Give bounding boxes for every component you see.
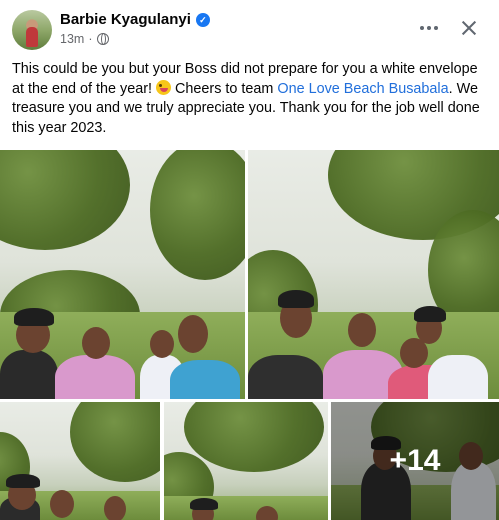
verified-badge-icon: ✓ bbox=[195, 12, 210, 27]
photo-2[interactable] bbox=[248, 150, 499, 399]
more-options-button[interactable] bbox=[415, 14, 443, 42]
post-header: Barbie Kyagulanyi ✓ 13m · bbox=[12, 10, 489, 52]
more-photos-overlay[interactable]: +14 bbox=[331, 402, 499, 520]
post-meta: 13m · bbox=[60, 32, 109, 46]
dot-icon bbox=[427, 26, 431, 30]
more-photos-count: +14 bbox=[389, 444, 441, 477]
author-name[interactable]: Barbie Kyagulanyi bbox=[60, 11, 191, 28]
photo-1[interactable] bbox=[0, 150, 245, 399]
post-text: This could be you but your Boss did not … bbox=[12, 60, 482, 138]
page-link[interactable]: One Love Beach Busabala bbox=[277, 81, 448, 97]
facebook-post: Barbie Kyagulanyi ✓ 13m · This could be … bbox=[0, 0, 499, 520]
dot-icon bbox=[434, 26, 438, 30]
photo-5[interactable]: +14 bbox=[331, 402, 499, 520]
photo-4[interactable] bbox=[164, 402, 328, 520]
winking-face-with-tongue-emoji-icon bbox=[156, 79, 172, 95]
photo-3[interactable] bbox=[0, 402, 160, 520]
meta-separator: · bbox=[88, 32, 93, 46]
dot-icon bbox=[420, 26, 424, 30]
avatar[interactable] bbox=[12, 10, 52, 50]
avatar-figure bbox=[26, 27, 38, 47]
author-row: Barbie Kyagulanyi ✓ bbox=[60, 11, 210, 28]
close-icon[interactable] bbox=[453, 12, 485, 44]
post-text-part-2: Cheers to team bbox=[175, 80, 274, 97]
globe-icon bbox=[96, 33, 109, 45]
post-time[interactable]: 13m bbox=[60, 32, 84, 46]
